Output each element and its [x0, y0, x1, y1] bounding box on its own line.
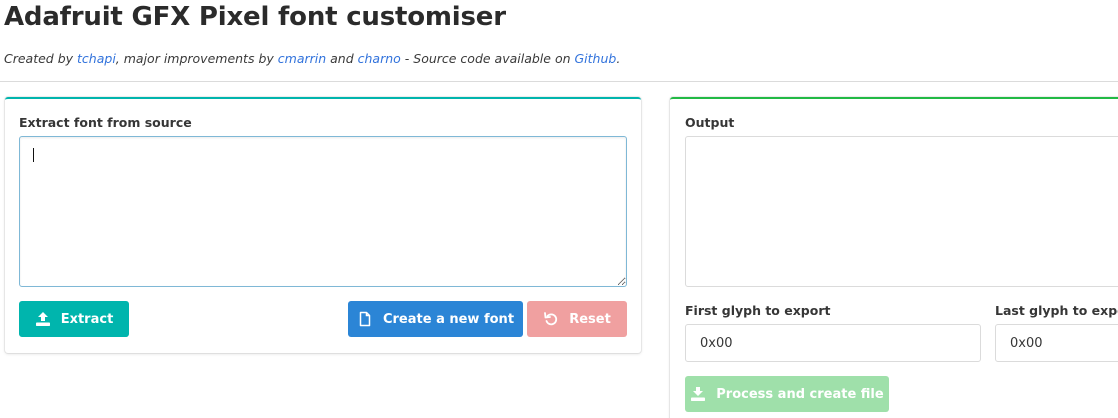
- subtitle-mid1: , major improvements by: [115, 51, 278, 66]
- extract-button[interactable]: Extract: [19, 301, 129, 337]
- author-link-tchapi[interactable]: tchapi: [77, 51, 116, 66]
- file-icon: [357, 311, 373, 327]
- first-glyph-label: First glyph to export: [685, 303, 831, 318]
- text-cursor: [33, 148, 34, 162]
- first-glyph-input[interactable]: [685, 324, 981, 362]
- page-title: Adafruit GFX Pixel font customiser: [4, 2, 506, 32]
- create-font-button[interactable]: Create a new font: [348, 301, 523, 337]
- author-link-charno[interactable]: charno: [358, 51, 401, 66]
- reset-button[interactable]: Reset: [527, 301, 627, 337]
- author-link-cmarrin[interactable]: cmarrin: [278, 51, 326, 66]
- subtitle-mid2: and: [326, 51, 358, 66]
- extract-button-label: Extract: [60, 311, 114, 327]
- output-label: Output: [685, 115, 735, 130]
- upload-icon: [35, 311, 51, 327]
- undo-icon: [543, 311, 559, 327]
- process-button-label: Process and create file: [716, 386, 884, 402]
- create-font-button-label: Create a new font: [382, 311, 515, 327]
- header-divider: [0, 81, 1118, 82]
- download-icon: [690, 386, 706, 402]
- subtitle-suffix: .: [616, 51, 621, 66]
- last-glyph-label: Last glyph to export: [995, 303, 1118, 318]
- process-button[interactable]: Process and create file: [685, 376, 889, 412]
- subtitle-prefix: Created by: [4, 51, 78, 66]
- source-textarea[interactable]: [19, 136, 627, 287]
- last-glyph-input[interactable]: [995, 324, 1118, 362]
- github-link[interactable]: Github: [575, 51, 617, 66]
- source-label: Extract font from source: [19, 115, 192, 130]
- page: Adafruit GFX Pixel font customiser Creat…: [0, 0, 1118, 418]
- page-subtitle: Created by tchapi, major improvements by…: [4, 51, 620, 66]
- reset-button-label: Reset: [569, 311, 611, 327]
- subtitle-mid3: - Source code available on: [400, 51, 575, 66]
- output-textarea[interactable]: [685, 136, 1118, 287]
